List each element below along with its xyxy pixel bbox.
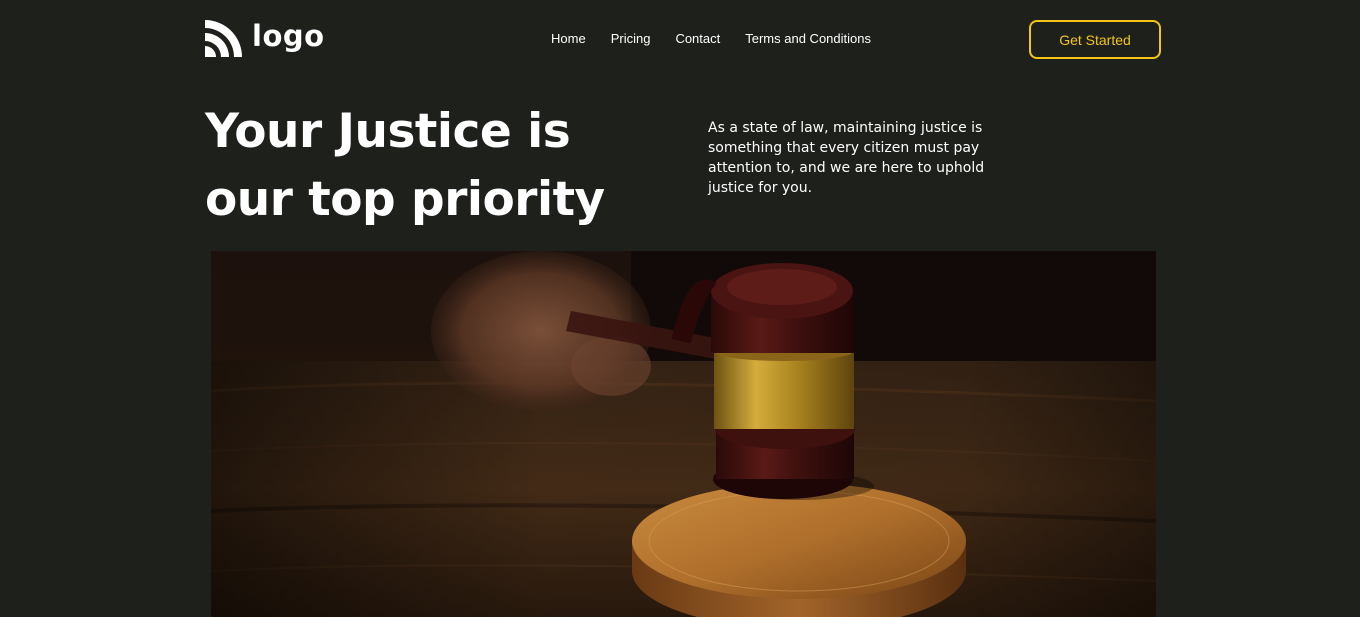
hero-description: As a state of law, maintaining justice i… bbox=[708, 120, 985, 196]
navbar: logo Home Pricing Contact Terms and Cond… bbox=[0, 0, 1360, 78]
nav-link-terms[interactable]: Terms and Conditions bbox=[745, 31, 871, 47]
hero-gavel-image bbox=[211, 251, 1156, 617]
nav-item-home: Home bbox=[551, 31, 586, 47]
gavel-illustration bbox=[211, 251, 1156, 617]
nav-item-contact: Contact bbox=[675, 31, 720, 47]
hero-title-line-1: Your Justice is bbox=[205, 104, 571, 159]
landing-page: logo Home Pricing Contact Terms and Cond… bbox=[0, 0, 1360, 617]
logo-link[interactable]: logo bbox=[205, 19, 325, 57]
nav-link-pricing[interactable]: Pricing bbox=[611, 31, 651, 47]
nav-item-terms: Terms and Conditions bbox=[745, 31, 871, 47]
main-nav: Home Pricing Contact Terms and Condition… bbox=[551, 31, 871, 47]
get-started-button[interactable]: Get Started bbox=[1029, 20, 1161, 59]
nav-link-contact[interactable]: Contact bbox=[675, 31, 720, 47]
rss-arcs-icon bbox=[205, 19, 242, 57]
nav-link-home[interactable]: Home bbox=[551, 31, 586, 47]
hero-title-line-2: our top priority bbox=[205, 172, 605, 227]
hero-title: Your Justice is our top priority bbox=[205, 98, 645, 234]
nav-item-pricing: Pricing bbox=[611, 31, 651, 47]
logo-text: logo bbox=[252, 18, 325, 53]
